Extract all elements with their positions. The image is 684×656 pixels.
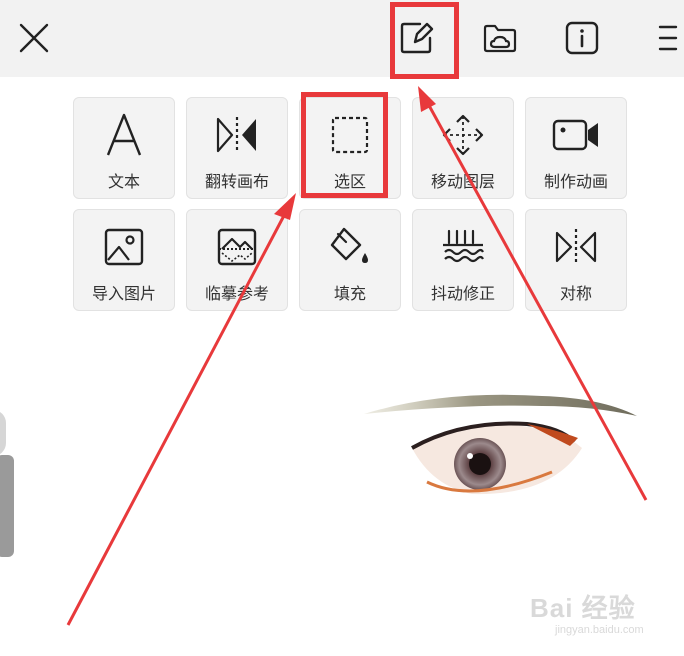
tool-trace-reference[interactable]: 临摹参考 <box>186 209 288 311</box>
side-handle[interactable] <box>0 410 6 456</box>
trace-reference-icon <box>217 228 257 266</box>
tool-text[interactable]: 文本 <box>73 97 175 199</box>
watermark-url: jingyan.baidu.com <box>555 624 644 636</box>
tool-move-layer[interactable]: 移动图层 <box>412 97 514 199</box>
eye-artwork <box>364 394 637 495</box>
tool-label: 填充 <box>333 286 366 303</box>
info-icon <box>565 21 599 55</box>
animation-icon <box>552 119 598 151</box>
tool-label: 翻转画布 <box>204 174 269 191</box>
tool-symmetry[interactable]: 对称 <box>525 209 627 311</box>
brush-size-slider[interactable] <box>0 455 14 557</box>
selection-icon <box>331 116 369 154</box>
close-button[interactable] <box>10 14 58 62</box>
fill-bucket-icon <box>330 227 368 263</box>
cloud-folder-icon <box>483 24 517 53</box>
tool-label: 抖动修正 <box>430 286 495 303</box>
menu-icon <box>658 25 678 51</box>
tool-label: 临摹参考 <box>204 286 269 303</box>
tool-label: 移动图层 <box>430 174 495 191</box>
flip-canvas-icon <box>216 117 256 153</box>
tool-fill[interactable]: 填充 <box>299 209 401 311</box>
text-icon <box>106 113 142 156</box>
stabilizer-icon <box>443 229 484 263</box>
tool-animation[interactable]: 制作动画 <box>525 97 627 199</box>
symmetry-icon <box>555 229 597 265</box>
tool-label: 选区 <box>333 174 366 191</box>
menu-button[interactable] <box>640 14 684 62</box>
cloud-folder-button[interactable] <box>476 14 524 62</box>
tool-import-image[interactable]: 导入图片 <box>73 209 175 311</box>
top-toolbar <box>0 0 684 77</box>
tool-label: 对称 <box>559 286 592 303</box>
tool-flip-canvas[interactable]: 翻转画布 <box>186 97 288 199</box>
tool-label: 导入图片 <box>91 286 156 303</box>
info-button[interactable] <box>558 14 606 62</box>
tool-label: 制作动画 <box>543 174 608 191</box>
edit-layer-button[interactable] <box>392 14 440 62</box>
tool-label: 文本 <box>107 174 140 191</box>
image-import-icon <box>104 228 144 266</box>
tool-selection[interactable]: 选区 <box>299 97 401 199</box>
edit-layer-icon <box>400 22 434 54</box>
tool-stabilizer[interactable]: 抖动修正 <box>412 209 514 311</box>
close-icon <box>19 23 49 53</box>
watermark: Bai 经验 <box>530 593 636 623</box>
move-layer-icon <box>442 114 484 156</box>
